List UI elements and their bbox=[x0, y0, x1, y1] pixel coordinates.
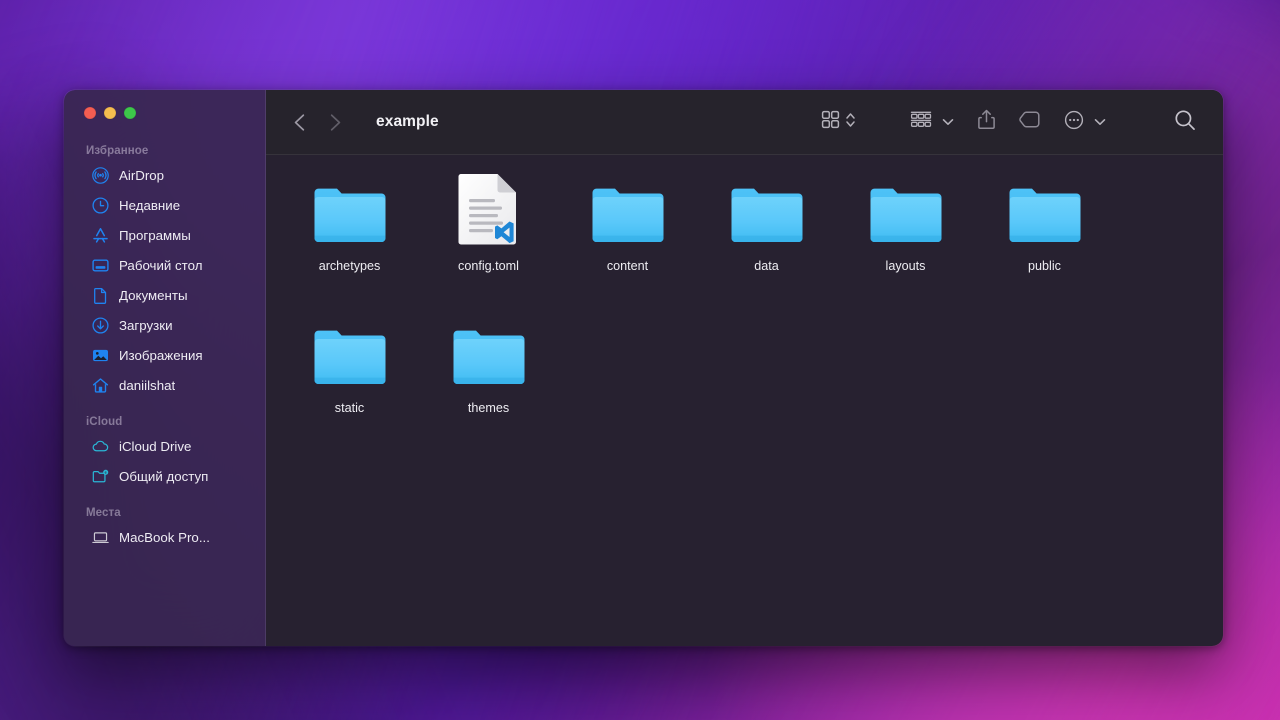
window-title: example bbox=[376, 113, 439, 130]
sidebar-item-документы[interactable]: Документы bbox=[70, 281, 257, 310]
file-label: themes bbox=[467, 401, 510, 415]
share-button[interactable] bbox=[969, 107, 1004, 137]
clock-icon bbox=[92, 197, 109, 214]
sidebar-item-daniilshat[interactable]: daniilshat bbox=[70, 371, 257, 400]
file-item[interactable]: config.toml bbox=[419, 173, 558, 315]
main-pane: example archetypes config.toml content d… bbox=[266, 90, 1223, 646]
sidebar-item-label: MacBook Pro... bbox=[119, 530, 210, 545]
grid-view-icon bbox=[821, 110, 840, 134]
chevron-down-icon bbox=[1094, 113, 1106, 131]
minimize-button[interactable] bbox=[104, 107, 116, 119]
sidebar-item-label: Изображения bbox=[119, 348, 203, 363]
shared-folder-icon: e bbox=[92, 468, 109, 485]
folder-item[interactable]: layouts bbox=[836, 173, 975, 315]
folder-item[interactable]: archetypes bbox=[280, 173, 419, 315]
sidebar-item-label: Документы bbox=[119, 288, 188, 303]
document-icon bbox=[92, 287, 109, 304]
sidebar-group-header: iCloud bbox=[86, 416, 123, 428]
sidebar-item-label: Общий доступ bbox=[119, 469, 209, 484]
svg-text:e: e bbox=[105, 471, 107, 475]
folder-icon bbox=[311, 315, 389, 389]
sidebar-item-label: Рабочий стол bbox=[119, 258, 203, 273]
folder-icon bbox=[867, 173, 945, 247]
sidebar-group: iCloud iCloud Drive e Общий доступ bbox=[64, 410, 265, 491]
sidebar-item-программы[interactable]: Программы bbox=[70, 221, 257, 250]
more-actions-button[interactable] bbox=[1055, 107, 1115, 137]
sidebar-item-загрузки[interactable]: Загрузки bbox=[70, 311, 257, 340]
sidebar-item-airdrop[interactable]: AirDrop bbox=[70, 161, 257, 190]
navigation-arrows bbox=[288, 111, 346, 133]
file-grid[interactable]: archetypes config.toml content data layo… bbox=[266, 155, 1223, 646]
applications-icon bbox=[92, 227, 109, 244]
finder-window: Избранное AirDrop Недавние Программы Раб… bbox=[64, 90, 1223, 646]
sidebar-item-label: daniilshat bbox=[119, 378, 176, 393]
share-icon bbox=[978, 109, 995, 135]
sidebar-item-изображения[interactable]: Изображения bbox=[70, 341, 257, 370]
sidebar-item-label: iCloud Drive bbox=[119, 439, 192, 454]
folder-icon bbox=[589, 173, 667, 247]
search-icon bbox=[1174, 109, 1196, 136]
tag-icon bbox=[1019, 110, 1040, 134]
view-mode-button[interactable] bbox=[812, 107, 865, 137]
file-label: archetypes bbox=[318, 259, 381, 273]
file-label: static bbox=[334, 401, 365, 415]
laptop-icon bbox=[92, 529, 109, 546]
sidebar-item-icloud-drive[interactable]: iCloud Drive bbox=[70, 432, 257, 461]
sidebar-group: Места MacBook Pro... bbox=[64, 501, 265, 552]
folder-icon bbox=[450, 315, 528, 389]
sidebar-item-недавние[interactable]: Недавние bbox=[70, 191, 257, 220]
home-icon bbox=[92, 377, 109, 394]
file-label: content bbox=[606, 259, 649, 273]
sidebar-item-macbook-pro[interactable]: MacBook Pro... bbox=[70, 523, 257, 552]
sidebar-item-label: AirDrop bbox=[119, 168, 165, 183]
group-by-button[interactable] bbox=[901, 107, 963, 137]
airdrop-icon bbox=[92, 167, 109, 184]
sidebar-item-общий-доступ[interactable]: e Общий доступ bbox=[70, 462, 257, 491]
file-label: layouts bbox=[885, 259, 926, 273]
sidebar: Избранное AirDrop Недавние Программы Раб… bbox=[64, 90, 266, 646]
window-controls bbox=[64, 90, 265, 119]
sidebar-group-header: Места bbox=[86, 507, 121, 519]
folder-icon bbox=[728, 173, 806, 247]
toolbar: example bbox=[266, 90, 1223, 155]
desktop-icon bbox=[92, 257, 109, 274]
desktop-wallpaper: Избранное AirDrop Недавние Программы Раб… bbox=[0, 0, 1280, 720]
chevron-down-icon bbox=[942, 113, 954, 131]
photos-icon bbox=[92, 347, 109, 364]
folder-item[interactable]: content bbox=[558, 173, 697, 315]
file-label: data bbox=[754, 259, 779, 273]
close-button[interactable] bbox=[84, 107, 96, 119]
file-label: config.toml bbox=[458, 259, 519, 273]
group-by-icon bbox=[910, 110, 932, 134]
ellipsis-circle-icon bbox=[1064, 110, 1084, 135]
back-button[interactable] bbox=[288, 111, 310, 133]
file-label: public bbox=[1028, 259, 1061, 273]
cloud-icon bbox=[92, 438, 109, 455]
sidebar-item-label: Недавние bbox=[119, 198, 181, 213]
maximize-button[interactable] bbox=[124, 107, 136, 119]
folder-item[interactable]: themes bbox=[419, 315, 558, 457]
chevron-up-down-icon bbox=[845, 111, 856, 134]
sidebar-item-label: Программы bbox=[119, 228, 191, 243]
folder-item[interactable]: data bbox=[697, 173, 836, 315]
sidebar-item-label: Загрузки bbox=[119, 318, 173, 333]
folder-icon bbox=[1006, 173, 1084, 247]
folder-item[interactable]: static bbox=[280, 315, 419, 457]
sidebar-item-рабочий-стол[interactable]: Рабочий стол bbox=[70, 251, 257, 280]
sidebar-group: Избранное AirDrop Недавние Программы Раб… bbox=[64, 139, 265, 400]
folder-item[interactable]: public bbox=[975, 173, 1114, 315]
document-icon bbox=[450, 173, 528, 247]
sidebar-list[interactable]: Избранное AirDrop Недавние Программы Раб… bbox=[64, 119, 265, 552]
forward-button[interactable] bbox=[324, 111, 346, 133]
tag-button[interactable] bbox=[1010, 107, 1049, 137]
search-button[interactable] bbox=[1165, 107, 1205, 137]
download-icon bbox=[92, 317, 109, 334]
folder-icon bbox=[311, 173, 389, 247]
sidebar-group-header: Избранное bbox=[86, 145, 149, 157]
